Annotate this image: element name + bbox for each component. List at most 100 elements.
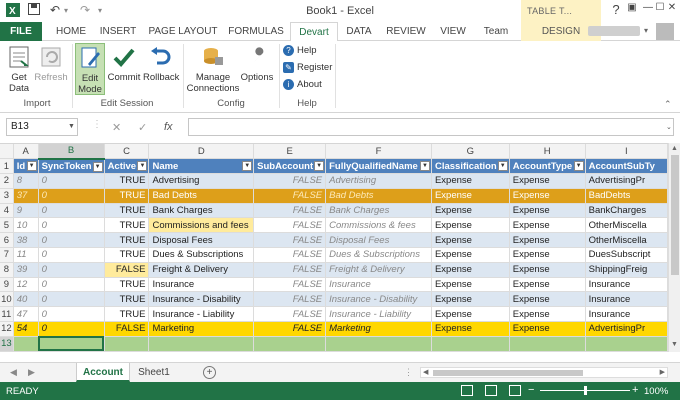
table-cell-sub[interactable]: FALSE [253, 321, 327, 337]
table-cell[interactable] [325, 351, 432, 352]
table-cell-type[interactable]: Expense [509, 232, 586, 249]
active-cell[interactable] [38, 336, 105, 352]
table-cell-type[interactable]: Expense [509, 291, 586, 308]
table-cell[interactable] [509, 351, 586, 352]
select-all-corner[interactable] [0, 144, 14, 160]
table-cell-sub[interactable]: FALSE [253, 173, 327, 189]
column-header[interactable]: G [431, 144, 510, 160]
table-cell-cls[interactable]: Expense [431, 217, 510, 234]
formula-input[interactable] [188, 118, 674, 136]
table-cell-subtype[interactable]: DuesSubscript [585, 247, 668, 263]
table-header-cell[interactable]: AccountSubTy [585, 158, 668, 175]
table-cell-sync[interactable]: 0 [38, 277, 105, 293]
table-cell-sync[interactable]: 0 [38, 188, 105, 204]
filter-dropdown-icon[interactable]: ▼ [92, 161, 103, 172]
table-cell-fqn[interactable]: Bank Charges [325, 203, 432, 219]
page-layout-view-icon[interactable] [485, 385, 497, 396]
table-cell[interactable] [431, 351, 510, 352]
avatar[interactable] [656, 23, 674, 40]
zoom-out-icon[interactable]: − [528, 384, 534, 396]
next-sheet-icon[interactable]: ▶ [28, 367, 35, 378]
table-cell-active[interactable]: TRUE [104, 291, 150, 308]
table-cell-cls[interactable]: Expense [431, 232, 510, 249]
row-header[interactable]: 1 [0, 158, 14, 175]
table-header-cell[interactable]: FullyQualifiedName ▼ [325, 158, 432, 175]
table-cell-active[interactable]: TRUE [104, 217, 150, 234]
table-cell-active[interactable]: TRUE [104, 232, 150, 249]
commit-button[interactable]: Commit [107, 45, 141, 83]
table-cell-type[interactable]: Expense [509, 173, 586, 189]
column-header[interactable]: E [253, 144, 327, 160]
table-cell-sub[interactable]: FALSE [253, 306, 327, 323]
row-header[interactable]: 2 [0, 173, 14, 189]
row-header[interactable]: 12 [0, 321, 14, 337]
tab-formulas[interactable]: FORMULAS [226, 22, 286, 41]
table-cell-name[interactable]: Marketing [148, 321, 255, 337]
table-cell-id[interactable]: 39 [13, 262, 39, 278]
sheet-tab-account[interactable]: Account [76, 363, 130, 382]
column-header[interactable]: D [148, 144, 255, 160]
ribbon-display-icon[interactable]: ▣ [624, 2, 640, 13]
table-cell-cls[interactable]: Expense [431, 188, 510, 204]
table-cell-subtype[interactable]: AdvertisingPr [585, 321, 668, 337]
table-cell-name[interactable]: Dues & Subscriptions [148, 247, 255, 263]
table-cell-id[interactable]: 11 [13, 247, 39, 263]
table-header-cell[interactable]: Name ▼ [148, 158, 255, 175]
table-cell-sync[interactable]: 0 [38, 247, 105, 263]
filter-dropdown-icon[interactable]: ▼ [242, 161, 253, 172]
table-cell-type[interactable]: Expense [509, 188, 586, 204]
horizontal-scroll-thumb[interactable] [433, 370, 583, 376]
table-header-cell[interactable]: Id ▼ [13, 158, 39, 175]
table-cell-name[interactable]: Freight & Delivery [148, 262, 255, 278]
table-cell[interactable] [104, 336, 150, 352]
table-cell-active[interactable]: FALSE [104, 262, 150, 278]
table-cell-type[interactable]: Expense [509, 262, 586, 278]
tab-insert[interactable]: INSERT [96, 22, 140, 41]
table-cell-cls[interactable]: Expense [431, 321, 510, 337]
table-cell[interactable] [253, 336, 327, 352]
column-header[interactable]: F [325, 144, 432, 160]
table-cell-fqn[interactable]: Marketing [325, 321, 432, 337]
account-name-blurred[interactable] [588, 26, 640, 36]
table-header-cell[interactable]: SubAccount ▼ [253, 158, 327, 175]
table-cell[interactable] [431, 336, 510, 352]
row-header[interactable]: 8 [0, 262, 14, 278]
rollback-button[interactable]: Rollback [143, 45, 179, 83]
table-cell[interactable] [325, 336, 432, 352]
table-cell[interactable] [509, 336, 586, 352]
tab-page-layout[interactable]: PAGE LAYOUT [148, 22, 218, 41]
tab-home[interactable]: HOME [50, 22, 92, 41]
table-cell-subtype[interactable]: OtherMiscella [585, 232, 668, 249]
close-icon[interactable]: ✕ [664, 2, 680, 13]
table-cell-type[interactable]: Expense [509, 203, 586, 219]
insert-function-icon[interactable]: fx [164, 121, 173, 133]
table-cell-id[interactable]: 9 [13, 203, 39, 219]
tab-devart[interactable]: Devart [290, 22, 338, 42]
table-cell-name[interactable]: Insurance [148, 277, 255, 293]
table-cell-type[interactable]: Expense [509, 277, 586, 293]
table-cell-name[interactable]: Bank Charges [148, 203, 255, 219]
table-cell-subtype[interactable]: Insurance [585, 306, 668, 323]
table-cell-type[interactable]: Expense [509, 321, 586, 337]
tab-review[interactable]: REVIEW [384, 22, 428, 41]
zoom-level[interactable]: 100% [644, 386, 668, 397]
table-cell-cls[interactable]: Expense [431, 173, 510, 189]
table-cell-cls[interactable]: Expense [431, 306, 510, 323]
filter-dropdown-icon[interactable]: ▼ [137, 161, 148, 172]
expand-formula-bar-icon[interactable]: ⌄ [666, 123, 672, 131]
row-header[interactable]: 13 [0, 336, 14, 352]
table-header-cell[interactable]: Active ▼ [104, 158, 150, 175]
table-cell-id[interactable]: 38 [13, 232, 39, 249]
table-cell-active[interactable]: TRUE [104, 277, 150, 293]
row-header[interactable]: 4 [0, 203, 14, 219]
table-cell-sub[interactable]: FALSE [253, 203, 327, 219]
filter-dropdown-icon[interactable]: ▼ [573, 161, 584, 172]
table-cell-type[interactable]: Expense [509, 306, 586, 323]
table-cell-cls[interactable]: Expense [431, 291, 510, 308]
refresh-button[interactable]: Refresh [34, 45, 68, 83]
table-cell[interactable] [38, 351, 105, 352]
table-cell-sync[interactable]: 0 [38, 262, 105, 278]
get-data-button[interactable]: Get Data [4, 45, 34, 94]
column-header[interactable]: H [509, 144, 586, 160]
column-header[interactable]: A [13, 144, 39, 160]
